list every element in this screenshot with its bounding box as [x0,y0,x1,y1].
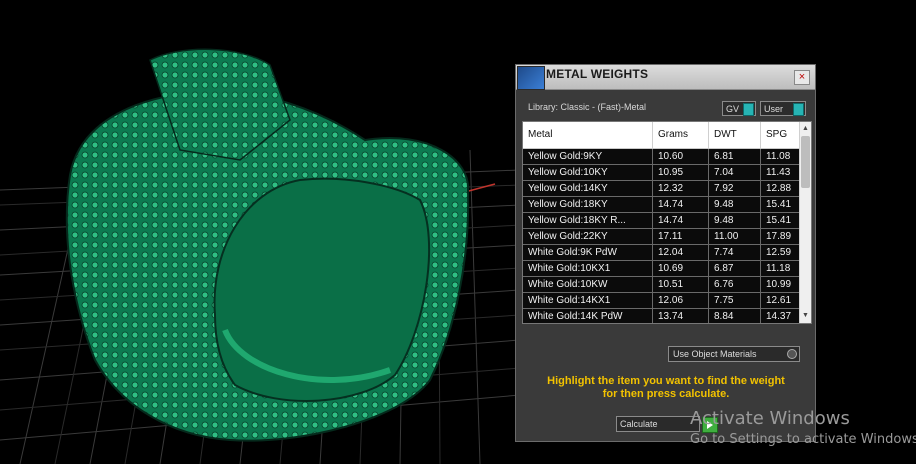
grams-cell: 12.06 [653,293,709,308]
instruction-line-2: for then press calculate. [602,388,730,400]
grams-cell: 12.32 [653,181,709,196]
spg-cell: 17.89 [766,231,792,242]
scroll-up-arrow-icon[interactable]: ▲ [800,124,811,134]
instruction-line-1: Highlight the item you want to find the … [547,375,785,387]
metal-cell: White Gold:14KX1 [523,293,653,308]
grams-cell: 14.74 [653,197,709,212]
instruction-text: Highlight the item you want to find the … [526,375,806,401]
grams-cell: 10.95 [653,165,709,180]
table-row[interactable]: White Gold:10KX1 10.69 6.87 11.18 [523,261,799,277]
metal-weights-dialog: METAL WEIGHTS × Library: Classic - (Fast… [515,64,816,442]
use-object-materials-label: Use Object Materials [673,349,757,359]
dwt-cell: 11.00 [709,229,761,244]
column-header-dwt[interactable]: DWT [709,122,761,148]
grams-cell: 10.51 [653,277,709,292]
spg-cell: 11.43 [766,167,791,178]
dwt-cell: 6.81 [709,149,761,164]
dwt-cell: 7.74 [709,245,761,260]
metal-cell: Yellow Gold:9KY [523,149,653,164]
table-row[interactable]: White Gold:14K PdW 13.74 8.84 14.37 [523,309,799,323]
scroll-down-arrow-icon[interactable]: ▼ [800,311,811,321]
spg-cell: 15.41 [766,215,792,226]
table-row[interactable]: Yellow Gold:14KY 12.32 7.92 12.88 [523,181,799,197]
spg-cell: 12.61 [766,295,792,306]
spg-cell: 14.37 [766,311,792,322]
gv-toggle-knob [743,103,754,116]
metal-cell: Yellow Gold:22KY [523,229,653,244]
grams-cell: 14.74 [653,213,709,228]
library-label: Library: Classic - (Fast)-Metal [528,102,647,112]
gv-toggle[interactable]: GV [722,101,756,116]
grams-cell: 12.04 [653,245,709,260]
activation-watermark-title: Activate Windows [690,408,850,429]
user-toggle-knob [793,103,804,116]
activation-watermark-subtitle: Go to Settings to activate Windows. [690,432,916,447]
table-row[interactable]: Yellow Gold:10KY 10.95 7.04 11.43 [523,165,799,181]
dwt-cell: 6.76 [709,277,761,292]
dwt-cell: 7.92 [709,181,761,196]
close-button[interactable]: × [794,70,810,85]
table-scrollbar[interactable]: ▲ ▼ [799,122,811,323]
table-row[interactable]: White Gold:10KW 10.51 6.76 10.99 [523,277,799,293]
radio-dot-icon [787,349,797,359]
dialog-titlebar[interactable]: METAL WEIGHTS × [516,65,815,90]
table-row[interactable]: Yellow Gold:18KY R... 14.74 9.48 15.41 [523,213,799,229]
dwt-cell: 9.48 [709,197,761,212]
dwt-cell: 7.75 [709,293,761,308]
spg-cell: 15.41 [766,199,792,210]
metal-cell: White Gold:10KW [523,277,653,292]
grams-cell: 13.74 [653,309,709,323]
column-header-spg[interactable]: SPG [761,122,799,148]
ring-model[interactable] [65,48,470,442]
table-row[interactable]: White Gold:9K PdW 12.04 7.74 12.59 [523,245,799,261]
metal-cell: Yellow Gold:18KY R... [523,213,653,228]
table-row[interactable]: Yellow Gold:9KY 10.60 6.81 11.08 [523,149,799,165]
spg-cell: 11.08 [766,151,791,162]
user-toggle-label: User [764,104,784,114]
metal-cell: Yellow Gold:18KY [523,197,653,212]
table-row[interactable]: Yellow Gold:22KY 17.11 11.00 17.89 [523,229,799,245]
metal-cell: White Gold:14K PdW [523,309,653,323]
dwt-cell: 7.04 [709,165,761,180]
table-body: Yellow Gold:9KY 10.60 6.81 11.08 Yellow Gold… [523,149,799,323]
dwt-cell: 6.87 [709,261,761,276]
metal-cell: White Gold:9K PdW [523,245,653,260]
gv-toggle-label: GV [726,104,740,114]
metal-cell: Yellow Gold:10KY [523,165,653,180]
spg-cell: 10.99 [766,279,792,290]
user-toggle[interactable]: User [760,101,806,116]
metal-cell: Yellow Gold:14KY [523,181,653,196]
calculate-field[interactable]: Calculate [616,416,700,432]
metal-cell: White Gold:10KX1 [523,261,653,276]
app-logo-icon [517,66,545,90]
grams-cell: 10.60 [653,149,709,164]
dialog-title: METAL WEIGHTS [546,67,649,81]
grams-cell: 10.69 [653,261,709,276]
column-header-metal[interactable]: Metal [523,122,653,148]
scrollbar-thumb[interactable] [801,136,810,188]
metal-weights-table: Metal Grams DWT SPG Yellow Gold:9KY 10.60… [522,121,812,324]
dwt-cell: 8.84 [709,309,761,323]
use-object-materials-select[interactable]: Use Object Materials [668,346,800,362]
column-header-grams[interactable]: Grams [653,122,709,148]
spg-cell: 12.59 [766,247,792,258]
table-row[interactable]: Yellow Gold:18KY 14.74 9.48 15.41 [523,197,799,213]
dwt-cell: 9.48 [709,213,761,228]
table-row[interactable]: White Gold:14KX1 12.06 7.75 12.61 [523,293,799,309]
table-header: Metal Grams DWT SPG [523,122,799,149]
spg-cell: 12.88 [766,183,792,194]
spg-cell: 11.18 [766,263,791,274]
grams-cell: 17.11 [653,229,709,244]
